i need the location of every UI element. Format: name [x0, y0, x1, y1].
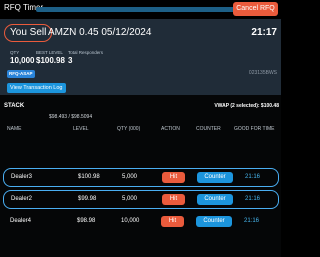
reference-id: 023135BWS: [248, 70, 277, 76]
counter-button[interactable]: Counter: [197, 172, 233, 183]
counter-button[interactable]: Counter: [197, 194, 233, 205]
column-header-level: LEVEL: [73, 126, 89, 132]
hit-button[interactable]: Hit: [162, 172, 185, 183]
level-range: $98.493 / $98.5094: [49, 114, 93, 120]
table-row[interactable]: Dealer2 $99.98 5,000 Hit Counter 21:16: [3, 190, 279, 209]
stat-quantity: QTY 10,000: [10, 50, 34, 65]
stack-panel: STACK VWAP (2 selected): $100.48 $98.493…: [0, 95, 281, 257]
dealer-quantity: 5,000: [122, 196, 138, 202]
column-header-name: NAME: [7, 126, 22, 132]
dealer-quantity: 5,000: [122, 174, 138, 180]
title-bar: RFQ Timer Cancel RFQ: [0, 0, 281, 19]
stat-best-level: BEST LEVEL $100.98: [36, 50, 65, 65]
side-badge: You Sell: [4, 24, 53, 42]
dealer-level: $98.98: [77, 218, 96, 224]
column-header-counter: COUNTER: [196, 126, 221, 132]
view-transaction-log-button[interactable]: View Transaction Log: [7, 83, 66, 93]
dealer-name: Dealer2: [11, 196, 33, 202]
table-row[interactable]: Dealer3 $100.98 5,000 Hit Counter 21:16: [3, 168, 279, 187]
good-for-time: 21:16: [245, 174, 261, 180]
dealer-level: $100.98: [78, 174, 100, 180]
dealer-name: Dealer4: [10, 218, 32, 224]
stat-best-level-value: $100.98: [36, 56, 65, 65]
dealer-name: Dealer3: [11, 174, 33, 180]
stat-quantity-value: 10,000: [10, 56, 35, 65]
dealer-quantity: 10,000: [121, 218, 140, 224]
cancel-rfq-button[interactable]: Cancel RFQ: [233, 2, 278, 16]
instrument-label: AMZN 0.45 05/12/2024: [48, 27, 152, 38]
stat-responders: Total Responders 3: [68, 50, 103, 65]
table-row[interactable]: Dealer4 $98.98 10,000 Hit Counter 21:16: [3, 213, 279, 232]
dealer-level: $99.98: [78, 196, 97, 202]
good-for-time: 21:16: [245, 196, 261, 202]
column-header-good-for-time: GOOD FOR TIME: [234, 126, 275, 132]
stat-responders-label: Total Responders: [68, 50, 104, 55]
stat-best-level-label: BEST LEVEL: [36, 50, 63, 55]
column-header-qty: QTY (000): [117, 126, 141, 132]
good-for-time: 21:16: [244, 218, 260, 224]
hit-button[interactable]: Hit: [161, 216, 184, 227]
rfq-header: You Sell AMZN 0.45 05/12/2024 21:17 QTY …: [0, 19, 281, 95]
counter-button[interactable]: Counter: [196, 216, 232, 227]
rfq-timer-bar: [36, 7, 235, 12]
stack-title: STACK: [4, 103, 25, 109]
vwap-summary: VWAP (2 selected): $100.48: [214, 103, 279, 109]
stat-quantity-label: QTY: [10, 50, 20, 55]
rfq-type-badge: RFQ-ASAP: [7, 70, 35, 78]
current-time: 21:17: [251, 27, 277, 38]
column-header-action: ACTION: [161, 126, 180, 132]
stat-responders-value: 3: [68, 56, 73, 65]
hit-button[interactable]: Hit: [162, 194, 185, 205]
